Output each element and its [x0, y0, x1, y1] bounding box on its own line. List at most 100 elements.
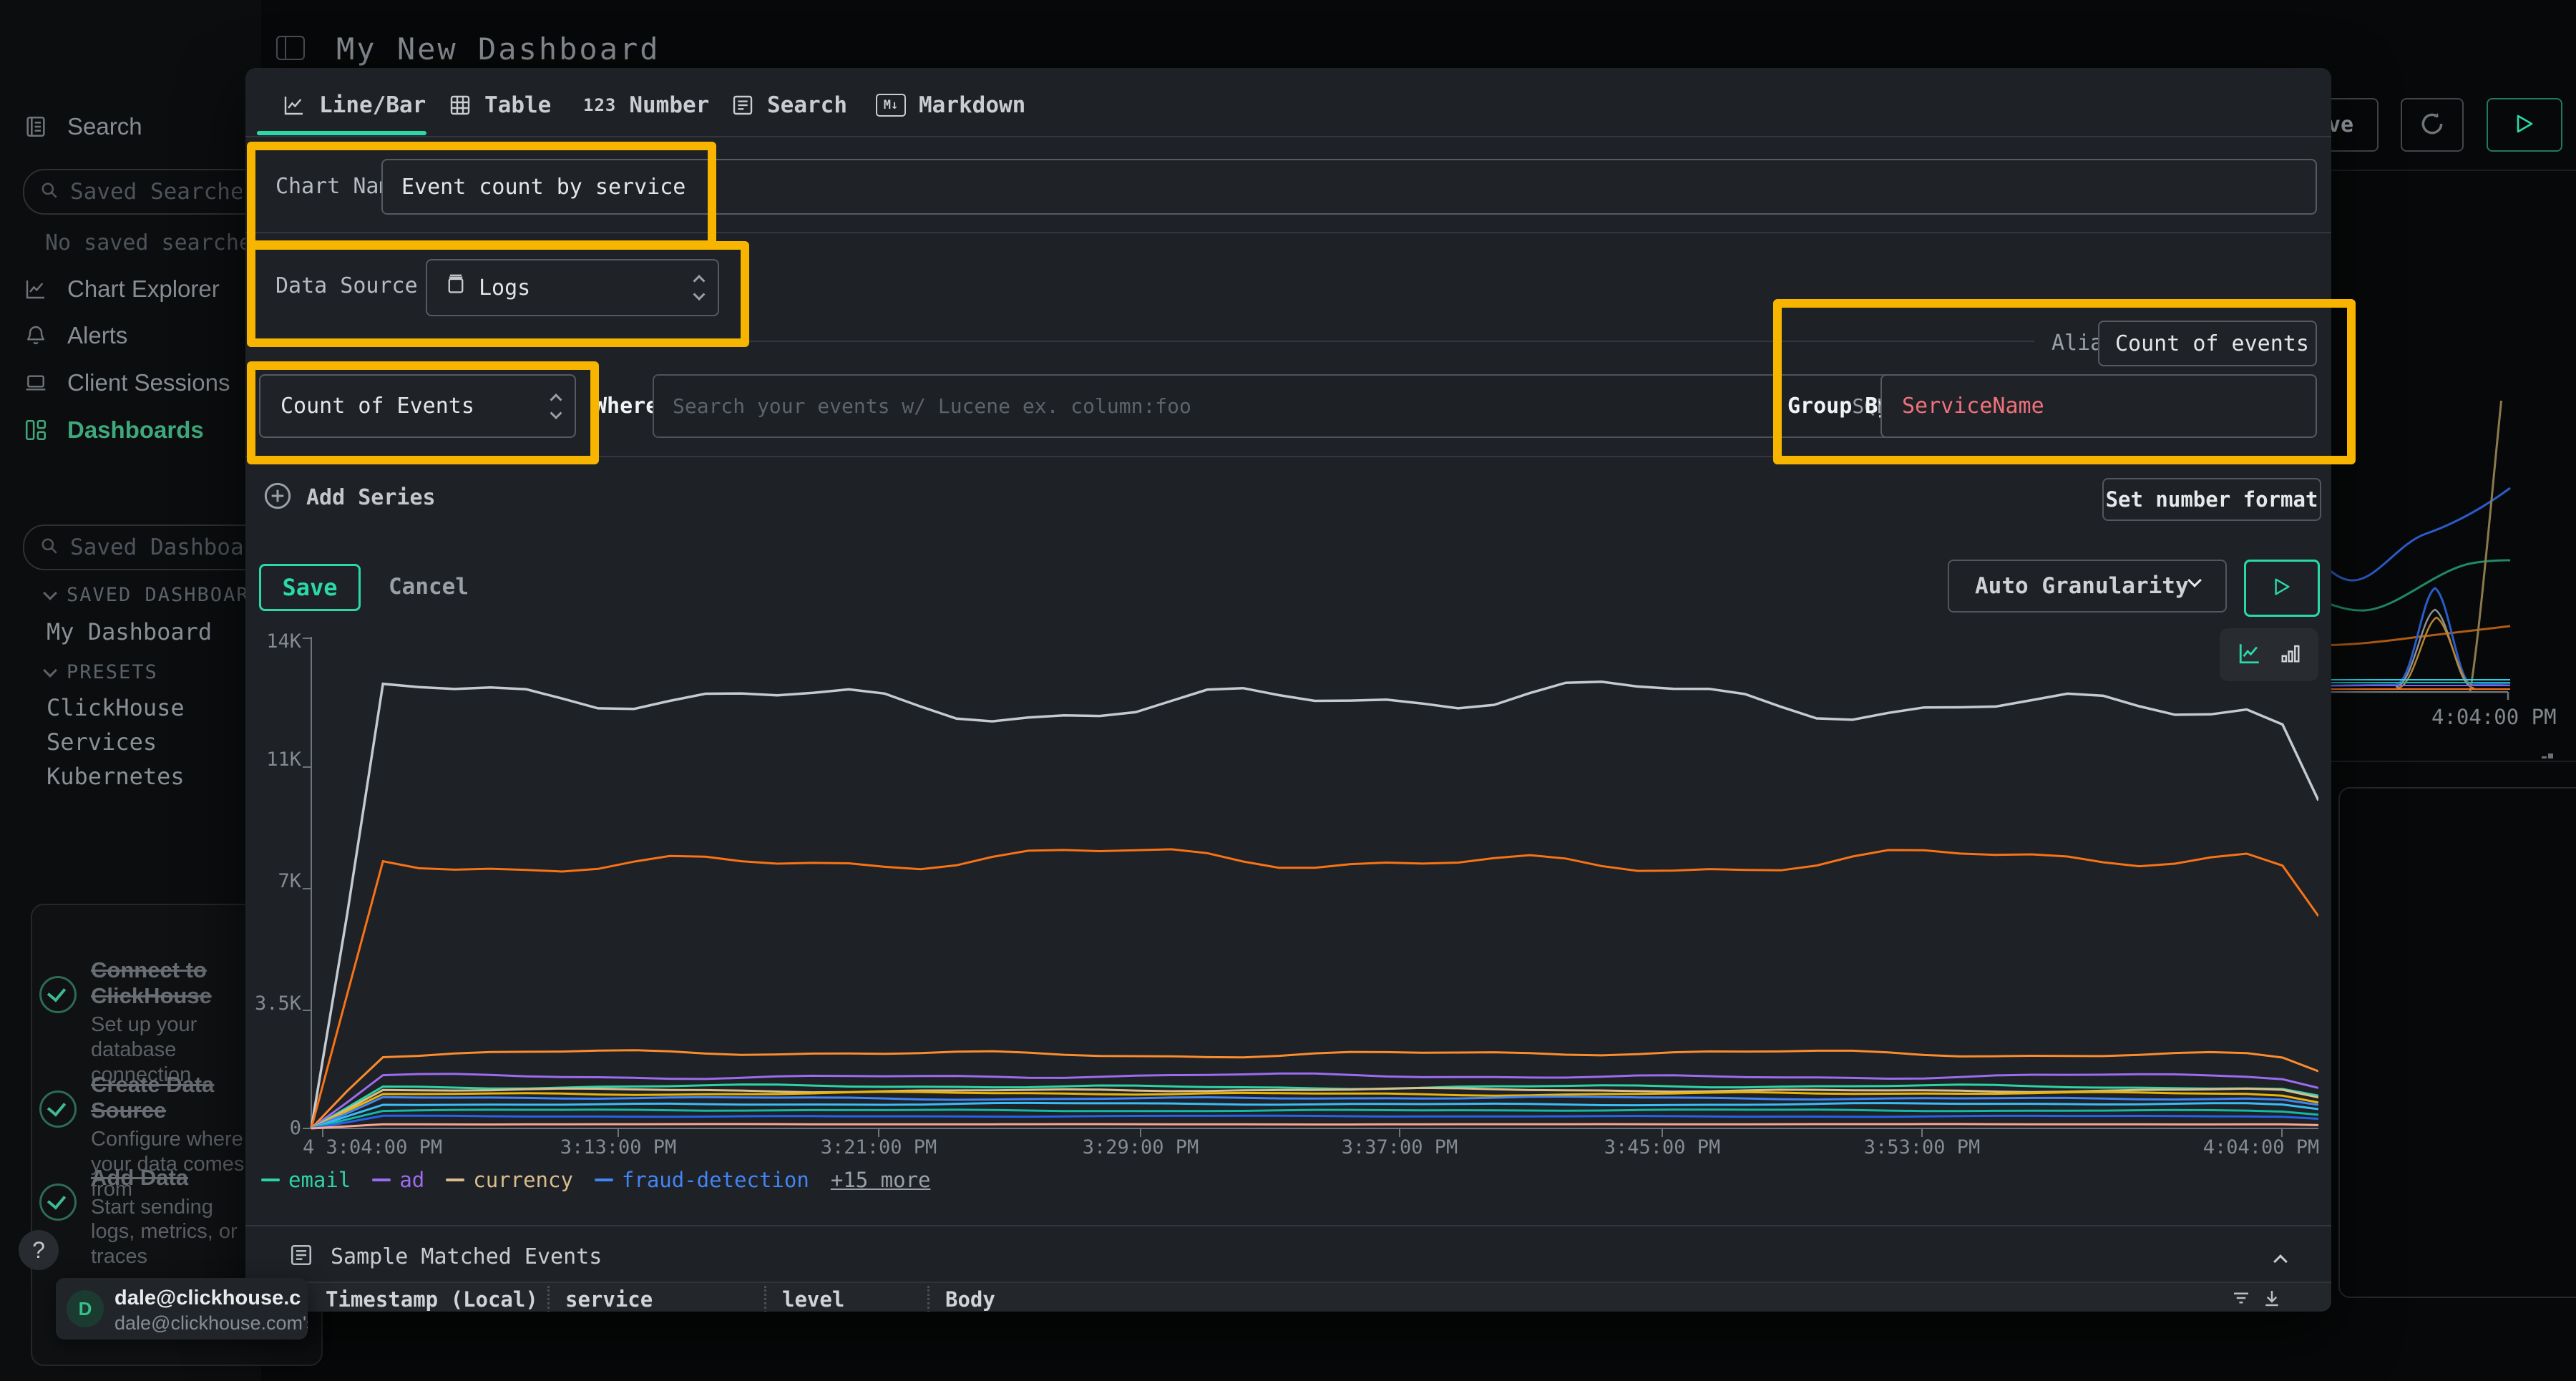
chevron-down-icon — [43, 586, 57, 600]
get-started-item[interactable]: Connect to ClickHouseSet up your databas… — [39, 957, 254, 1088]
granularity-select[interactable]: Auto Granularity — [1948, 560, 2227, 613]
database-icon — [446, 274, 466, 301]
save-button[interactable]: Save — [259, 564, 361, 611]
legend-item-ad[interactable]: ad — [372, 1168, 424, 1192]
y-tick-label: 0 — [251, 1117, 301, 1139]
group-by-label: Group By — [1787, 394, 1891, 419]
download-icon[interactable] — [2261, 1287, 2283, 1312]
series-line-unlabeled-0 — [311, 682, 2318, 1128]
tab-line-bar[interactable]: Line/Bar — [282, 89, 426, 121]
legend-more-link[interactable]: +15 more — [831, 1168, 931, 1192]
run-chart-button[interactable] — [2244, 560, 2320, 617]
legend-item-currency[interactable]: currency — [446, 1168, 573, 1192]
section-presets[interactable]: PRESETS — [45, 661, 158, 683]
search-icon — [40, 537, 59, 558]
refresh-button[interactable] — [2401, 98, 2464, 152]
where-label: Where — [594, 394, 658, 419]
sidebar-item-dashboards[interactable]: Dashboards — [0, 410, 261, 450]
user-account[interactable]: D dale@clickhouse.c dale@clickhouse.com'… — [56, 1278, 308, 1339]
check-circle-icon — [39, 976, 77, 1013]
sidebar-item-my-dashboard[interactable]: My Dashboard — [47, 618, 212, 645]
help-button[interactable]: ? — [19, 1230, 59, 1270]
section-saved-dashboards[interactable]: SAVED DASHBOARD — [45, 584, 263, 606]
group-by-field[interactable] — [1901, 393, 2316, 419]
line-chart-icon — [24, 278, 48, 301]
list-icon — [731, 94, 754, 117]
aggregation-select[interactable]: Count of Events — [259, 374, 576, 438]
sample-events-table-header: Timestamp (Local)servicelevelBody — [245, 1282, 2331, 1312]
sidebar-item-search[interactable]: Search — [0, 107, 261, 147]
saved-dashboards-field[interactable] — [69, 534, 243, 561]
where-field[interactable] — [671, 394, 1852, 419]
sidebar-item-chart-explorer[interactable]: Chart Explorer — [0, 269, 261, 309]
filter-icon[interactable] — [2230, 1287, 2252, 1312]
select-chevrons-icon — [552, 395, 560, 417]
plus-circle-icon — [263, 482, 292, 513]
alias-input[interactable] — [2098, 321, 2317, 366]
y-tick-label: 14K — [251, 630, 301, 653]
y-tick-label: 3.5K — [251, 992, 301, 1015]
get-started-item[interactable]: Add DataStart sending logs, metrics, or … — [39, 1165, 254, 1269]
y-tick-label: 11K — [251, 748, 301, 771]
markdown-icon: M↓ — [876, 94, 906, 117]
group-by-input[interactable] — [1880, 374, 2317, 438]
grid-icon — [24, 418, 48, 442]
x-tick-label: Aug 4 3:04:00 PM — [301, 1136, 442, 1158]
tab-table[interactable]: Table — [449, 89, 551, 121]
x-tick-label: 4:04:00 PM — [2203, 1136, 2318, 1158]
legend-item-fraud-detection[interactable]: fraud-detection — [595, 1168, 809, 1192]
column-header-timestamp-local-[interactable]: Timestamp (Local) — [326, 1283, 547, 1312]
column-header-service[interactable]: service — [550, 1283, 764, 1312]
sidebar-item-alerts[interactable]: Alerts — [0, 316, 261, 356]
sample-events-header[interactable]: Sample Matched Events — [289, 1243, 602, 1270]
sidebar-item-clickhouse[interactable]: ClickHouse — [47, 694, 185, 721]
set-number-format-button[interactable]: Set number format — [2102, 478, 2321, 521]
add-series-button[interactable]: Add Series — [263, 482, 436, 513]
topbar-divider — [2331, 170, 2576, 171]
select-chevrons-icon — [695, 277, 703, 299]
legend-item-email[interactable]: email — [261, 1168, 351, 1192]
play-icon — [2272, 577, 2292, 600]
timeseries-chart[interactable]: Aug 4 3:04:00 PM3:13:00 PM3:21:00 PM3:29… — [301, 637, 2318, 1181]
chart-name-field[interactable] — [400, 174, 2316, 200]
x-tick-label: 3:13:00 PM — [560, 1136, 677, 1158]
app-root: HyperDX No saved searches SearchChart Ex… — [0, 0, 2576, 1381]
panel-divider — [2331, 761, 2576, 762]
sidebar-collapse-icon[interactable] — [276, 36, 305, 60]
check-circle-icon — [39, 1090, 77, 1128]
chevron-down-icon — [43, 663, 57, 678]
laptop-icon — [24, 371, 48, 394]
tab-number[interactable]: 123Number — [583, 89, 709, 121]
series-line-ad — [311, 1073, 2318, 1128]
y-tick-label: 7K — [251, 870, 301, 892]
sidebar-item-client-sessions[interactable]: Client Sessions — [0, 363, 261, 403]
saved-searches-field[interactable] — [69, 178, 243, 205]
search-icon — [40, 181, 59, 202]
chart-legend: emailad currency fraud-detection +15 more — [261, 1168, 931, 1192]
x-tick-label: 3:37:00 PM — [1342, 1136, 1458, 1158]
cancel-button[interactable]: Cancel — [389, 574, 469, 600]
chart-name-input[interactable] — [381, 159, 2317, 215]
line-chart-icon — [282, 94, 306, 117]
series-line-unlabeled-9 — [311, 1110, 2318, 1128]
active-tab-underline — [257, 131, 426, 135]
tab-search[interactable]: Search — [731, 89, 847, 121]
check-circle-icon — [39, 1184, 77, 1221]
data-source-select[interactable]: Logs — [426, 259, 719, 316]
edit-chart-modal: Line/Bar Table 123Number Search M↓Markdown C… — [245, 68, 2331, 1312]
user-email: dale@clickhouse.c — [114, 1287, 301, 1310]
123-icon: 123 — [583, 95, 616, 115]
page-title: My New Dashboard — [336, 31, 660, 67]
run-query-button[interactable] — [2487, 98, 2562, 152]
refresh-icon — [2419, 110, 2446, 140]
x-tick-label: 3:53:00 PM — [1864, 1136, 1981, 1158]
column-header-level[interactable]: level — [766, 1283, 927, 1312]
sidebar-item-services[interactable]: Services — [47, 728, 157, 756]
alias-field[interactable] — [2114, 331, 2316, 357]
column-header-body[interactable]: Body — [930, 1283, 1216, 1312]
sidebar-item-kubernetes[interactable]: Kubernetes — [47, 763, 185, 790]
tab-markdown[interactable]: M↓Markdown — [876, 89, 1025, 121]
collapse-section-icon[interactable] — [2273, 1254, 2288, 1269]
avatar: D — [67, 1290, 104, 1327]
list-icon — [289, 1243, 313, 1270]
